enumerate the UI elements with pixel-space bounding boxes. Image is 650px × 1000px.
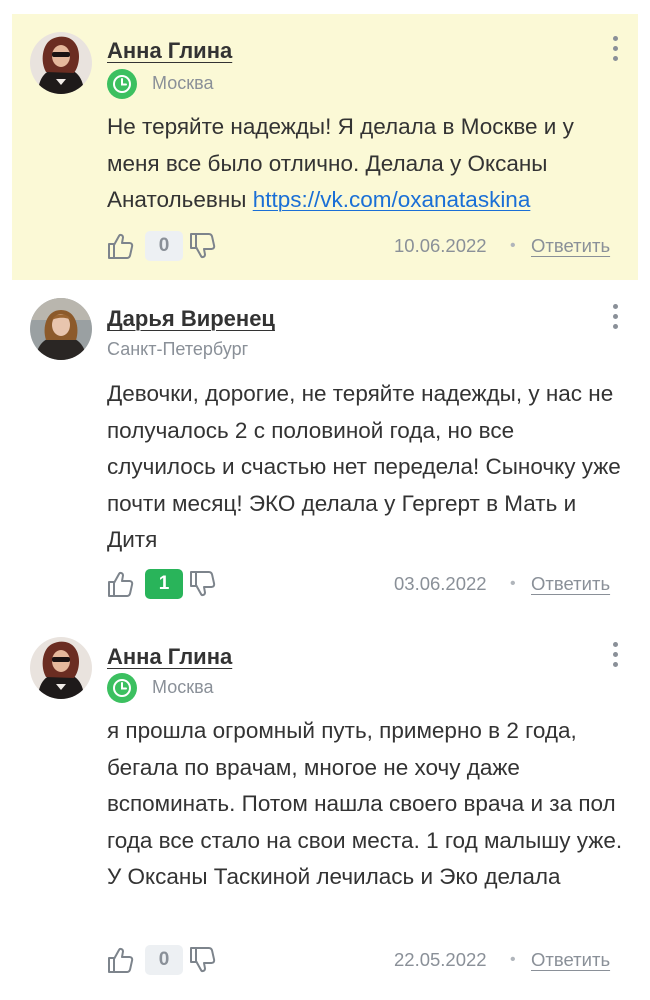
vote-count: 0: [145, 945, 183, 975]
comment-date: 03.06.2022: [394, 573, 487, 594]
comment-date: 22.05.2022: [394, 949, 487, 970]
author-name[interactable]: Анна Глина: [107, 38, 232, 64]
reply-button[interactable]: Ответить: [531, 949, 610, 971]
clock-icon: [107, 673, 137, 703]
separator-dot: •: [510, 237, 516, 254]
comment-link[interactable]: https://vk.com/oxanataskina: [253, 187, 531, 212]
author-name[interactable]: Анна Глина: [107, 644, 232, 670]
thumb-down-icon[interactable]: [188, 945, 218, 975]
comment-2: Дарья Виренец Санкт-Петербург Девочки, д…: [0, 290, 650, 625]
comment-3: Анна Глина Москва я прошла огромный путь…: [0, 625, 650, 1000]
thumb-down-icon[interactable]: [188, 231, 218, 261]
more-vertical-icon[interactable]: [606, 34, 626, 64]
vote-count: 0: [145, 231, 183, 261]
vote-count: 1: [145, 569, 183, 599]
thumb-down-icon[interactable]: [188, 569, 218, 599]
clock-icon: [107, 69, 137, 99]
separator-dot: •: [510, 951, 516, 968]
avatar[interactable]: [30, 637, 92, 699]
comment-text: Девочки, дорогие, не теряйте надежды, у …: [107, 381, 621, 552]
thumb-up-icon[interactable]: [106, 231, 136, 261]
thumb-up-icon[interactable]: [106, 945, 136, 975]
author-name[interactable]: Дарья Виренец: [107, 306, 275, 332]
author-city: Москва: [152, 677, 214, 697]
comment-text: Не теряйте надежды! Я делала в Москве и …: [107, 109, 627, 219]
author-city: Санкт-Петербург: [107, 339, 249, 359]
comment-text: я прошла огромный путь, примерно в 2 год…: [107, 718, 623, 889]
reply-button[interactable]: Ответить: [531, 573, 610, 595]
comment-1: Анна Глина Москва Не теряйте надежды! Я …: [0, 0, 650, 290]
more-vertical-icon[interactable]: [606, 302, 626, 332]
reply-button[interactable]: Ответить: [531, 235, 610, 257]
avatar[interactable]: [30, 298, 92, 360]
author-city: Москва: [152, 73, 214, 93]
comment-date: 10.06.2022: [394, 235, 487, 256]
thumb-up-icon[interactable]: [106, 569, 136, 599]
separator-dot: •: [510, 575, 516, 592]
more-vertical-icon[interactable]: [606, 640, 626, 670]
avatar[interactable]: [30, 32, 92, 94]
